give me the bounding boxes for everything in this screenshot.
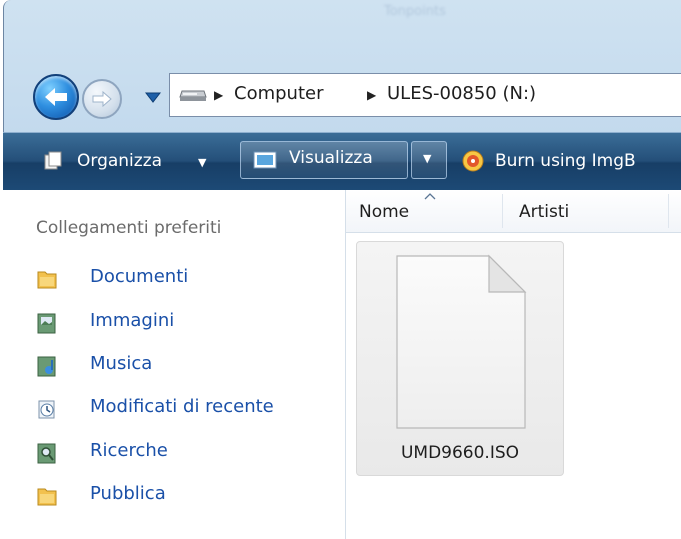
view-icon <box>253 151 277 169</box>
window-title: Tonpoints <box>384 4 446 19</box>
column-divider[interactable] <box>502 194 503 228</box>
pictures-icon <box>37 313 56 334</box>
view-label: Visualizza <box>289 148 373 168</box>
file-name-label: UMD9660.ISO <box>400 443 520 463</box>
chevron-down-icon: ▼ <box>423 152 432 165</box>
sidebar-item-label: Documenti <box>90 266 189 287</box>
sidebar-item-label: Modificati di recente <box>90 396 274 417</box>
organize-icon <box>44 151 62 170</box>
burn-disc-icon <box>462 150 484 172</box>
sidebar-item-label: Musica <box>90 353 153 374</box>
drive-icon <box>179 90 207 101</box>
column-header-artisti[interactable]: Artisti <box>519 202 569 222</box>
breadcrumb-separator-icon[interactable]: ▶ <box>214 88 223 102</box>
music-icon <box>37 356 56 377</box>
history-dropdown-icon[interactable] <box>145 90 161 104</box>
chevron-down-icon: ▼ <box>198 156 207 169</box>
sidebar-item-label: Immagini <box>90 310 175 331</box>
view-button[interactable]: Visualizza <box>240 141 408 179</box>
address-bar[interactable]: ▶ Computer ▶ ULES-00850 (N:) <box>169 73 681 117</box>
column-header-row: Nome Artisti <box>346 190 681 233</box>
organize-button[interactable]: Organizza ▼ <box>43 147 223 177</box>
folder-icon <box>37 488 57 506</box>
forward-button[interactable] <box>82 79 122 119</box>
file-icon <box>396 254 527 429</box>
column-header-nome[interactable]: Nome <box>359 202 409 222</box>
column-divider[interactable] <box>668 194 669 228</box>
back-button[interactable] <box>33 74 79 120</box>
burn-button[interactable]: Burn using ImgB <box>461 147 681 177</box>
navigation-pane: Collegamenti preferiti Documenti Immagin… <box>3 190 346 539</box>
sort-ascending-icon <box>424 193 436 200</box>
back-arrow-icon <box>45 88 67 106</box>
recent-icon <box>38 400 55 419</box>
burn-label: Burn using ImgB <box>495 151 636 171</box>
sidebar-item-label: Pubblica <box>90 483 166 504</box>
view-dropdown-button[interactable]: ▼ <box>411 141 447 179</box>
forward-arrow-icon <box>92 90 112 108</box>
file-list-area: Nome Artisti UMD9660.ISO <box>346 190 681 539</box>
organize-label: Organizza <box>77 151 163 171</box>
favorite-links-header: Collegamenti preferiti <box>36 218 222 238</box>
command-bar: Organizza ▼ Visualizza ▼ Burn using ImgB <box>3 132 681 191</box>
breadcrumb-computer[interactable]: Computer <box>234 83 323 104</box>
breadcrumb-drive[interactable]: ULES-00850 (N:) <box>387 83 536 104</box>
sidebar-item-label: Ricerche <box>90 440 168 461</box>
breadcrumb-separator-icon[interactable]: ▶ <box>367 88 376 102</box>
folder-icon <box>37 271 57 289</box>
file-item[interactable]: UMD9660.ISO <box>356 241 564 476</box>
searches-icon <box>37 443 56 464</box>
